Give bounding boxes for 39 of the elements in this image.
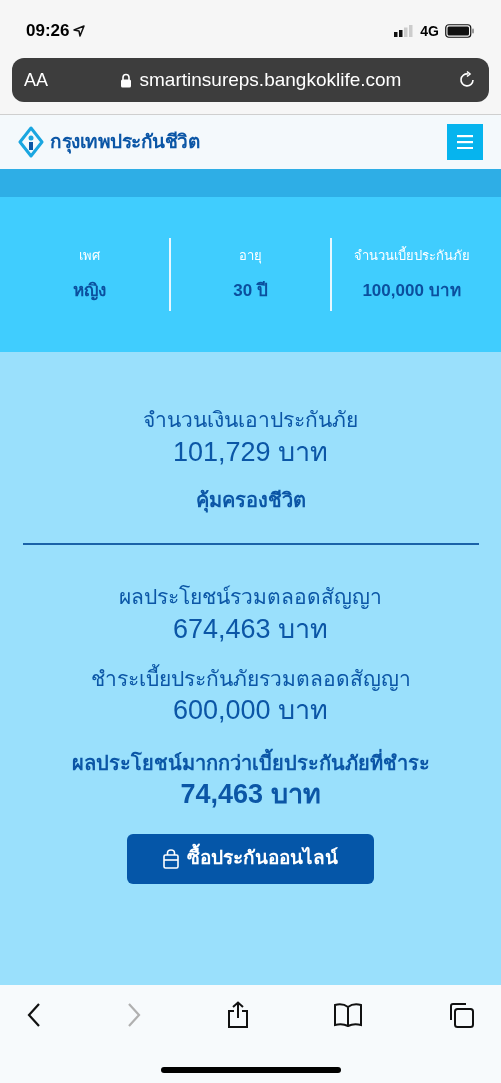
logo-icon	[18, 126, 44, 158]
forward-icon	[125, 1002, 142, 1028]
bookmarks-button[interactable]	[333, 1002, 364, 1028]
summary-value: หญิง	[73, 279, 106, 303]
share-button[interactable]	[225, 1001, 250, 1029]
text-size-button[interactable]: AA	[24, 66, 64, 94]
tabs-button[interactable]	[447, 1001, 475, 1029]
location-arrow-icon	[73, 25, 86, 37]
shopping-bag-icon	[163, 848, 179, 869]
lock-icon	[119, 72, 132, 88]
total-label: ชำระเบี้ยประกันภัยรวมตลอดสัญญา	[90, 663, 411, 693]
brand-name: กรุงเทพประกันชีวิต	[50, 129, 200, 156]
surplus-value: 74,463 บาท	[180, 777, 321, 811]
back-icon	[26, 1002, 42, 1028]
battery-icon	[445, 24, 475, 38]
summary-label: เพศ	[79, 247, 100, 265]
total-value: 600,000 บาท	[172, 694, 329, 727]
address-bar[interactable]: AA smartinsureps.bangkoklife.com	[12, 58, 489, 102]
summary-label: อายุ	[239, 247, 262, 266]
summary-value: 100,000 บาท	[362, 279, 461, 302]
surplus-label: ผลประโยชน์มากกว่าเบี้ยประกันภัยที่ชำระ	[71, 747, 430, 778]
book-icon	[333, 1002, 364, 1028]
sum-insured-value: 101,729 บาท	[172, 435, 329, 469]
summary-value: 30 ปี	[233, 279, 268, 302]
total-value: 674,463 บาท	[172, 612, 329, 646]
share-icon	[225, 1001, 250, 1029]
reload-icon[interactable]	[457, 70, 477, 90]
signal-icon	[394, 25, 415, 37]
buy-online-button[interactable]: ซื้อประกันออนไลน์	[127, 833, 374, 884]
coverage-title: คุ้มครองชีวิต	[195, 488, 306, 515]
summary-label: จำนวนเบี้ยประกันภัย	[353, 246, 470, 265]
status-time: 09:26	[26, 20, 70, 43]
url-text: smartinsureps.bangkoklife.com	[139, 67, 402, 92]
tabs-icon	[447, 1001, 475, 1029]
menu-icon	[457, 135, 473, 149]
back-button[interactable]	[26, 1002, 42, 1028]
sum-insured-label: จำนวนเงินเอาประกันภัย	[143, 407, 358, 433]
network-label: 4G	[420, 21, 439, 41]
total-label: ผลประโยชน์รวมตลอดสัญญา	[119, 584, 382, 611]
